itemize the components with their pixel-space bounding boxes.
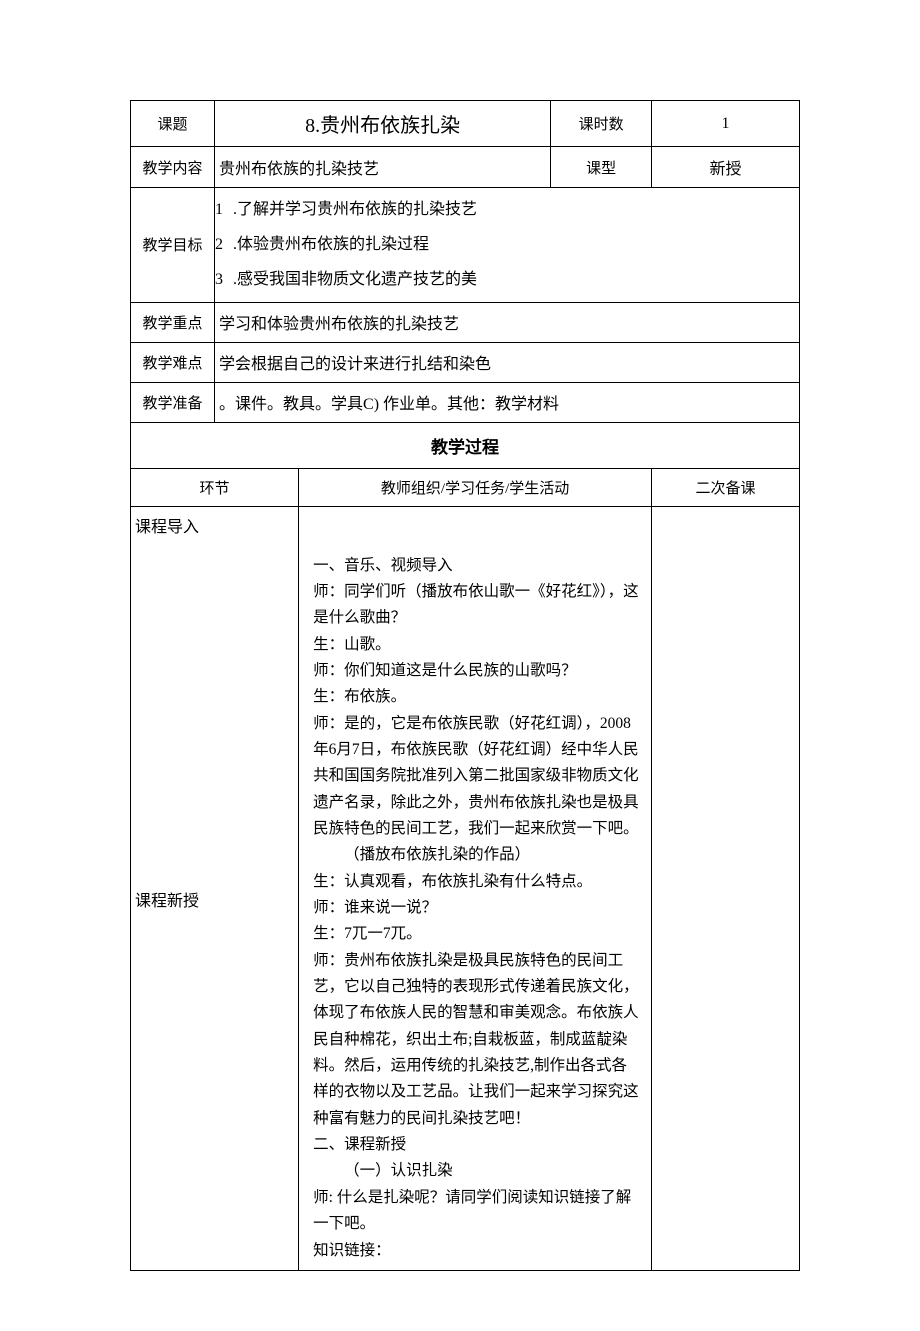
body-line-12: （一）认识扎染 [313,1158,641,1184]
goal-num-2: 2 [215,227,233,262]
activities-column: 一、音乐、视频导入 师：同学们听（播放布依山歌一《好花红》），这是什么歌曲？ 生… [299,506,652,1270]
label-difficulty: 教学难点 [131,342,215,382]
row-keypoint: 教学重点 学习和体验贵州布依族的扎染技艺 [131,302,800,342]
body-line-5: 师：是的，它是布依族民歌（好花红调），2008年6月7日，布依族民歌（好花红调）… [313,711,641,843]
body-line-8: 师：谁来说一说？ [313,895,641,921]
goal-num-1: 1 [215,192,233,227]
label-type: 课型 [551,147,652,188]
body-line-4: 生：布依族。 [313,684,641,710]
body-line-10: 师：贵州布依族扎染是极具民族特色的民间工艺，它以自己独特的表现形式传递着民族文化… [313,948,641,1132]
row-prep: 教学准备 。课件。教具。学具C) 作业单。其他：教学材料 [131,382,800,422]
label-hours: 课时数 [551,101,652,147]
label-content: 教学内容 [131,147,215,188]
body-line-6: （播放布依族扎染的作品） [313,842,641,868]
body-line-0: 一、音乐、视频导入 [313,553,641,579]
value-goals: 1 .了解并学习贵州布依族的扎染技艺 2 .体验贵州布依族的扎染过程 3 .感受… [215,188,800,303]
value-prep: 。课件。教具。学具C) 作业单。其他：教学材料 [215,382,800,422]
goal-text-1: .了解并学习贵州布依族的扎染技艺 [233,192,477,227]
value-topic: 8.贵州布依族扎染 [215,101,551,147]
value-keypoint: 学习和体验贵州布依族的扎染技艺 [215,302,800,342]
row-goals: 教学目标 1 .了解并学习贵州布依族的扎染技艺 2 .体验贵州布依族的扎染过程 … [131,188,800,303]
body-line-1: 师：同学们听（播放布依山歌一《好花红》），这是什么歌曲？ [313,579,641,632]
label-topic: 课题 [131,101,215,147]
label-prep: 教学准备 [131,382,215,422]
label-goals: 教学目标 [131,188,215,303]
goal-text-3: .感受我国非物质文化遗产技艺的美 [233,262,477,297]
body-line-3: 师：你们知道这是什么民族的山歌吗？ [313,658,641,684]
row-body: 课程导入 课程新授 一、音乐、视频导入 师：同学们听（播放布依山歌一《好花红》）… [131,506,800,1270]
label-keypoint: 教学重点 [131,302,215,342]
segment-intro: 课程导入 [135,513,294,537]
body-line-14: 知识链接： [313,1238,641,1264]
segment-new: 课程新授 [135,887,294,911]
lesson-plan-table: 课题 8.贵州布依族扎染 课时数 1 教学内容 贵州布依族的扎染技艺 课型 新授… [130,100,800,1271]
process-header: 教学过程 [131,422,800,468]
body-line-7: 生：认真观看，布依族扎染有什么特点。 [313,869,641,895]
value-type: 新授 [652,147,800,188]
body-line-2: 生：山歌。 [313,632,641,658]
value-content: 贵州布依族的扎染技艺 [215,147,551,188]
body-line-13: 师: 什么是扎染呢？请同学们阅读知识链接了解一下吧。 [313,1185,641,1238]
row-content: 教学内容 贵州布依族的扎染技艺 课型 新授 [131,147,800,188]
row-process-header: 教学过程 [131,422,800,468]
goal-text-2: .体验贵州布依族的扎染过程 [233,227,429,262]
label-activities: 教师组织/学习任务/学生活动 [299,468,652,506]
label-secondary: 二次备课 [652,468,800,506]
value-hours: 1 [652,101,800,147]
row-difficulty: 教学难点 学会根据自己的设计来进行扎结和染色 [131,342,800,382]
goal-num-3: 3 [215,262,233,297]
body-line-9: 生：7兀一7兀。 [313,921,641,947]
row-process-columns: 环节 教师组织/学习任务/学生活动 二次备课 [131,468,800,506]
value-difficulty: 学会根据自己的设计来进行扎结和染色 [215,342,800,382]
body-line-11: 二、课程新授 [313,1132,641,1158]
segment-column: 课程导入 课程新授 [131,506,299,1270]
label-segment: 环节 [131,468,299,506]
secondary-column [652,506,800,1270]
row-topic: 课题 8.贵州布依族扎染 课时数 1 [131,101,800,147]
